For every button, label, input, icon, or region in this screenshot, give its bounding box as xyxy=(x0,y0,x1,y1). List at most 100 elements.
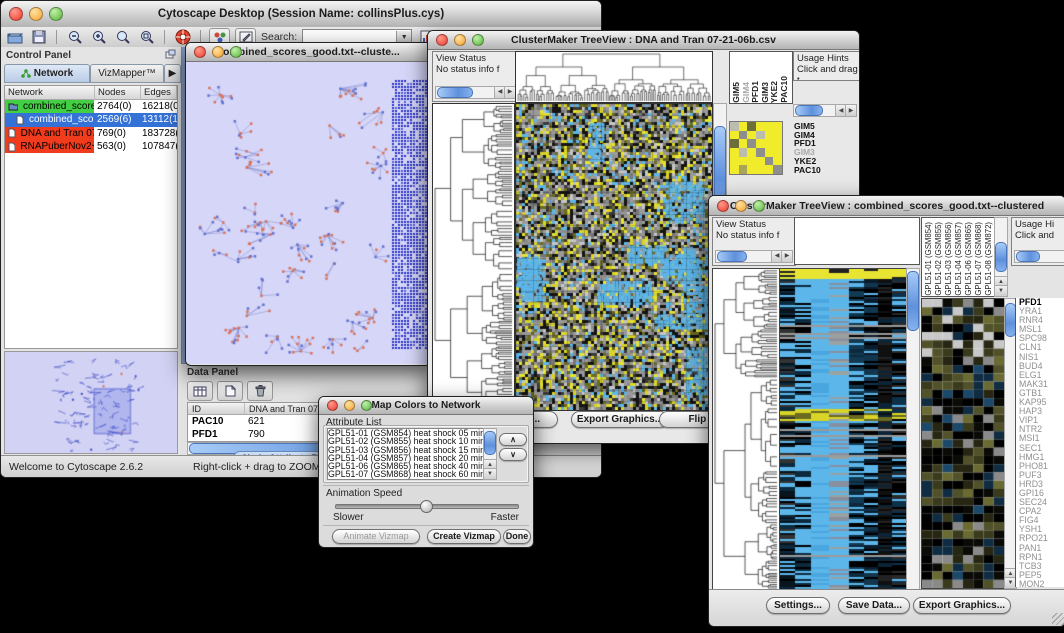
network-row[interactable]: DNA and Tran 07769(0)183728(0) xyxy=(5,127,177,141)
network-row[interactable]: combined_scores2764(0)16218(0) xyxy=(5,100,177,114)
column-dendrogram[interactable] xyxy=(515,51,713,103)
animate-vizmap-button[interactable]: Animate Vizmap xyxy=(332,529,420,544)
matrix-cell[interactable] xyxy=(739,165,748,174)
matrix-cell[interactable] xyxy=(730,139,739,148)
network-row[interactable]: combined_sco2569(6)13112(15) xyxy=(5,113,177,127)
matrix-cell[interactable] xyxy=(747,157,756,166)
tab-vizmapper[interactable]: VizMapper™ xyxy=(90,64,164,83)
view-status-hscrollbar[interactable]: ◀ ▶ xyxy=(715,250,793,263)
matrix-cell[interactable] xyxy=(747,139,756,148)
slider-thumb[interactable] xyxy=(420,500,433,513)
matrix-cell[interactable] xyxy=(773,165,782,174)
gene-list[interactable]: PFD1YRA1RNR4MSL1SPC98CLN1NIS1BUD4ELG1MAK… xyxy=(1015,298,1064,587)
minimize-button[interactable] xyxy=(29,7,43,21)
network-window-titlebar[interactable]: combined_scores_good.txt--cluste... xyxy=(186,43,431,62)
view-status-hscrollbar[interactable]: ◀ ▶ xyxy=(435,86,516,99)
done-button[interactable]: Done xyxy=(503,529,531,544)
new-attribute-icon[interactable] xyxy=(217,381,243,401)
matrix-cell[interactable] xyxy=(739,139,748,148)
matrix-cell[interactable] xyxy=(756,139,765,148)
matrix-cell[interactable] xyxy=(756,131,765,140)
matrix-cell[interactable] xyxy=(756,157,765,166)
matrix-cell[interactable] xyxy=(739,157,748,166)
scroll-right-arrow-icon[interactable]: ▶ xyxy=(845,105,856,116)
settings-button[interactable]: Settings... xyxy=(766,597,830,614)
zoom-button[interactable] xyxy=(230,46,242,58)
matrix-cell[interactable] xyxy=(773,148,782,157)
save-data-button[interactable]: Save Data... xyxy=(838,597,910,614)
matrix-cell[interactable] xyxy=(739,131,748,140)
zoom-out-icon[interactable] xyxy=(65,29,84,46)
matrix-cell[interactable] xyxy=(730,148,739,157)
column-label[interactable]: GIM5 xyxy=(732,82,742,103)
zoom-button[interactable] xyxy=(753,200,765,212)
column-label[interactable]: GPL51-06 (GSM865) xyxy=(964,222,974,296)
column-label[interactable]: YKE2 xyxy=(770,81,780,103)
close-button[interactable] xyxy=(436,34,448,46)
close-button[interactable] xyxy=(717,200,729,212)
matrix-cell[interactable] xyxy=(765,139,774,148)
column-label[interactable]: GPL51-01 (GSM854) xyxy=(924,222,934,296)
row-label[interactable]: PAC10 xyxy=(794,166,854,175)
treeview2-titlebar[interactable]: ClusterMaker TreeView : combined_scores_… xyxy=(709,196,1064,216)
zoom-in-icon[interactable] xyxy=(89,29,108,46)
birdseye-view[interactable] xyxy=(4,351,178,454)
matrix-cell[interactable] xyxy=(765,131,774,140)
scroll-down-arrow-icon[interactable]: ▼ xyxy=(484,468,496,479)
delete-attribute-trash-icon[interactable] xyxy=(247,381,273,401)
heatmap-vscrollbar[interactable] xyxy=(906,268,920,591)
attribute-table-icon[interactable] xyxy=(187,381,213,401)
open-file-button[interactable] xyxy=(5,29,24,46)
matrix-cell[interactable] xyxy=(756,148,765,157)
save-button[interactable] xyxy=(29,29,48,46)
matrix-cell[interactable] xyxy=(773,157,782,166)
close-button[interactable] xyxy=(194,46,206,58)
network-table-header[interactable]: Network Nodes Edges xyxy=(5,86,177,100)
scroll-right-arrow-icon[interactable]: ▶ xyxy=(504,87,515,98)
detail-matrix[interactable] xyxy=(729,121,783,175)
attribute-list-vscrollbar[interactable]: ▲ ▼ xyxy=(483,428,497,480)
row-dendrogram[interactable] xyxy=(432,103,515,411)
matrix-cell[interactable] xyxy=(730,131,739,140)
dialog-titlebar[interactable]: Map Colors to Network xyxy=(319,397,533,415)
matrix-cell[interactable] xyxy=(773,122,782,131)
matrix-cell[interactable] xyxy=(765,157,774,166)
network-canvas[interactable] xyxy=(186,62,429,364)
export-graphics-button[interactable]: Export Graphics... xyxy=(571,411,669,428)
detail-heatmap[interactable] xyxy=(921,298,1005,589)
matrix-cell[interactable] xyxy=(756,122,765,131)
usage-hints-hscrollbar[interactable] xyxy=(1014,250,1064,263)
minimize-button[interactable] xyxy=(344,400,355,411)
zoom-fit-icon[interactable] xyxy=(137,29,156,46)
zoom-button[interactable] xyxy=(49,7,63,21)
matrix-cell[interactable] xyxy=(747,122,756,131)
minimize-button[interactable] xyxy=(212,46,224,58)
column-label[interactable]: GPL51-08 (GSM872) xyxy=(984,222,994,296)
column-label[interactable]: GIM4 xyxy=(742,82,752,103)
create-vizmap-button[interactable]: Create Vizmap xyxy=(427,529,501,544)
tab-overflow-arrow[interactable]: ▶ xyxy=(164,64,181,83)
minimize-button[interactable] xyxy=(735,200,747,212)
heatmap-canvas[interactable] xyxy=(779,268,907,591)
column-dendrogram-area[interactable] xyxy=(794,217,920,265)
matrix-cell[interactable] xyxy=(730,122,739,131)
column-label[interactable]: GIM3 xyxy=(761,82,771,103)
attribute-list[interactable]: GPL51-01 (GSM854) heat shock 05 minGPL51… xyxy=(327,428,485,480)
matrix-cell[interactable] xyxy=(739,148,748,157)
resize-grip[interactable] xyxy=(1052,613,1064,625)
main-titlebar[interactable]: Cytoscape Desktop (Session Name: collins… xyxy=(1,1,601,28)
zoom-selected-icon[interactable] xyxy=(113,29,132,46)
float-panel-icon[interactable] xyxy=(165,49,176,62)
column-label[interactable]: GPL51-07 (GSM868) xyxy=(974,222,984,296)
column-label[interactable]: PAC10 xyxy=(780,76,790,103)
close-button[interactable] xyxy=(327,400,338,411)
column-labels-vscrollbar[interactable]: ▲ ▼ xyxy=(994,217,1008,297)
zoom-button[interactable] xyxy=(361,400,372,411)
matrix-cell[interactable] xyxy=(765,165,774,174)
column-label[interactable]: PFD1 xyxy=(751,81,761,103)
matrix-cell[interactable] xyxy=(747,131,756,140)
matrix-cell[interactable] xyxy=(747,148,756,157)
move-down-button[interactable]: ∨ xyxy=(499,448,527,461)
matrix-cell[interactable] xyxy=(730,165,739,174)
minimize-button[interactable] xyxy=(454,34,466,46)
